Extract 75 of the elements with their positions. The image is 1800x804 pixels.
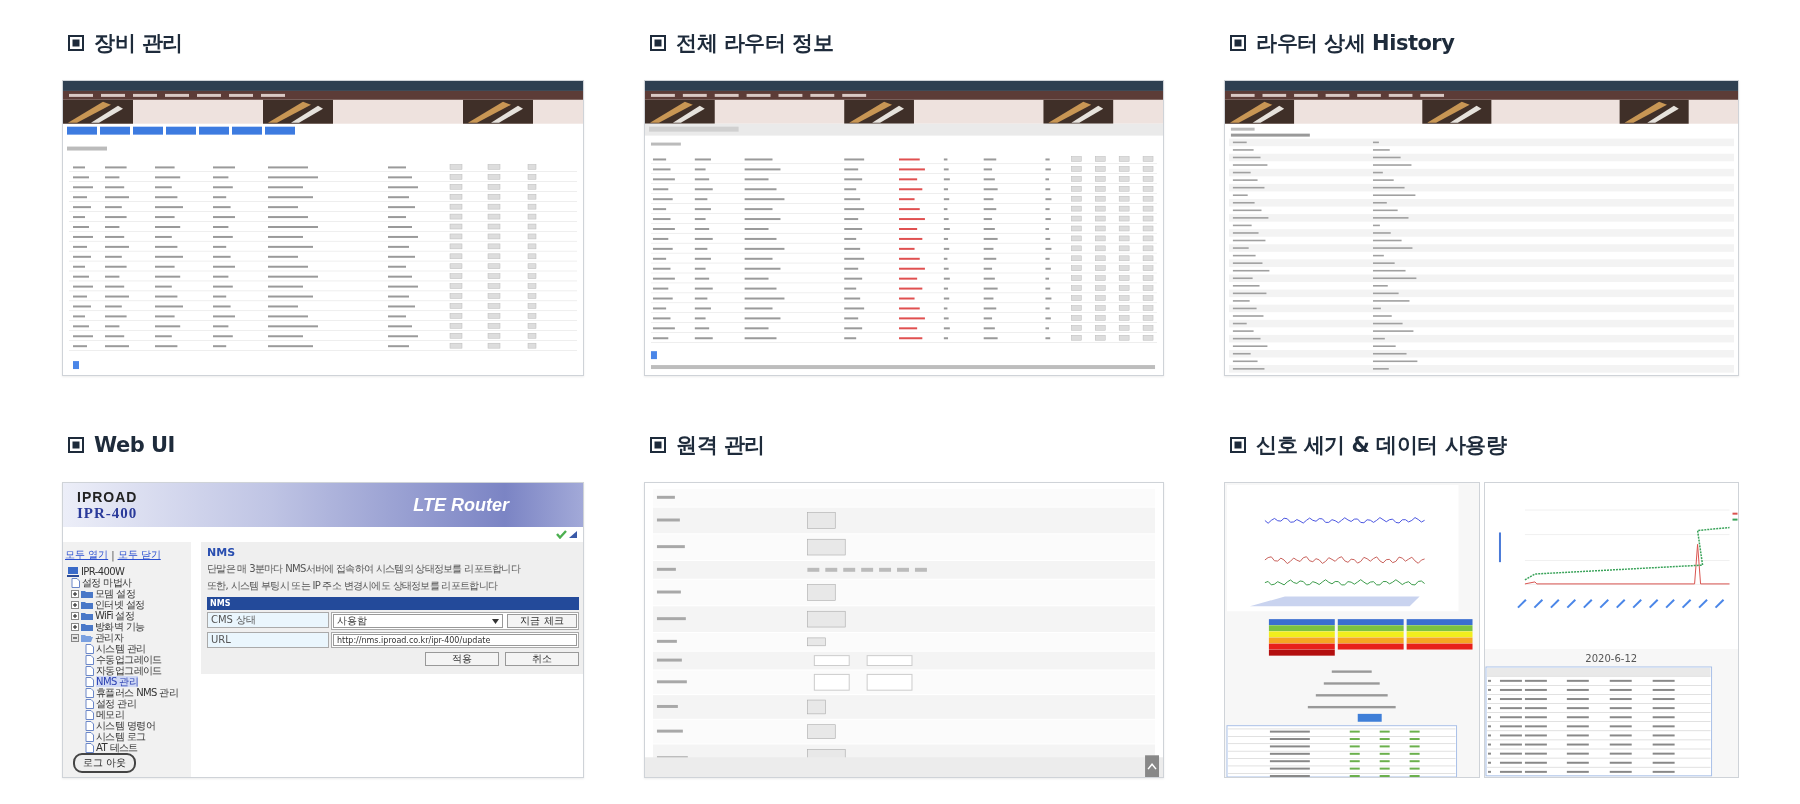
- section-title: 원격 관리: [676, 432, 765, 459]
- square-bullet-icon: [650, 437, 666, 453]
- folder-icon: [81, 600, 93, 609]
- url-field[interactable]: http://nms.iproad.co.kr/ipr-400/update: [333, 634, 577, 646]
- check-now-button[interactable]: 지금 체크: [507, 614, 577, 628]
- cancel-button[interactable]: 취소: [505, 652, 579, 666]
- expand-icon[interactable]: [71, 611, 79, 620]
- dropdown-caret-icon: [492, 618, 499, 624]
- tree-item[interactable]: AT 테스트: [96, 742, 138, 753]
- expand-icon[interactable]: [71, 600, 79, 609]
- expand-icon[interactable]: [71, 589, 79, 598]
- tree-root[interactable]: IPR-400W: [81, 566, 125, 577]
- folder-icon: [81, 589, 93, 598]
- collapse-icon[interactable]: [71, 633, 79, 642]
- legend-drawing: [1732, 512, 1737, 521]
- signal-icon: [569, 531, 577, 539]
- field-label: CMS 상태: [207, 612, 329, 628]
- expand-all-link[interactable]: 모두 열기: [65, 548, 109, 562]
- page-icon: [85, 643, 94, 654]
- tree-item[interactable]: 자동업그레이드: [96, 665, 162, 676]
- section-title: 전체 라우터 정보: [676, 30, 834, 57]
- page-icon: [85, 709, 94, 720]
- section-title: 라우터 상세 History: [1256, 30, 1455, 57]
- tree-item[interactable]: 시스템 명령어: [96, 720, 155, 731]
- tree-item[interactable]: 설정 마법사: [82, 577, 132, 588]
- tree-item[interactable]: 수동업그레이드: [96, 654, 162, 665]
- section-title: 신호 세기 & 데이터 사용량: [1256, 432, 1507, 459]
- square-bullet-icon: [68, 35, 84, 51]
- separator: |: [111, 549, 115, 561]
- page-icon: [85, 731, 94, 742]
- table-header: NMS: [207, 597, 579, 610]
- square-bullet-icon: [1230, 437, 1246, 453]
- open-folder-icon: [81, 633, 93, 642]
- panel-title: NMS: [207, 546, 237, 559]
- description-text: 단말은 매 3분마다 NMS서버에 접속하여 시스템의 상태정보를 리포트합니다: [207, 562, 522, 576]
- page-icon: [85, 720, 94, 731]
- tree-item[interactable]: 관리자: [95, 632, 124, 643]
- status-select[interactable]: 사용함: [333, 614, 503, 628]
- square-bullet-icon: [1230, 35, 1246, 51]
- square-bullet-icon: [650, 35, 666, 51]
- tree-item[interactable]: 설정 관리: [96, 698, 137, 709]
- page-icon: [85, 654, 94, 665]
- section-title: Web UI: [94, 433, 175, 457]
- logout-button[interactable]: 로그 아웃: [73, 753, 137, 773]
- tree-item[interactable]: 휴플러스 NMS 관리: [96, 687, 179, 698]
- page-icon: [71, 577, 80, 588]
- tree-item[interactable]: NMS 관리: [96, 676, 139, 687]
- axis-title-drawing: [1498, 532, 1501, 563]
- page-icon: [85, 698, 94, 709]
- model-name: IPR-400: [77, 504, 138, 522]
- tree-item[interactable]: 시스템 관리: [96, 643, 146, 654]
- field-label: URL: [207, 632, 329, 648]
- page-icon: [85, 742, 94, 753]
- chart-date: 2020-6-12: [1584, 652, 1639, 667]
- page-icon: [85, 665, 94, 676]
- computer-icon: [67, 566, 79, 577]
- tree-item[interactable]: 모뎀 설정: [95, 588, 136, 599]
- checkmark-icon: [556, 530, 567, 540]
- tree-item[interactable]: 메모리: [96, 709, 125, 720]
- tree-item[interactable]: 방화벽 기능: [95, 621, 145, 632]
- square-bullet-icon: [68, 437, 84, 453]
- folder-icon: [81, 611, 93, 620]
- collapse-all-link[interactable]: 모두 닫기: [117, 548, 161, 562]
- tree-item[interactable]: WiFi 설정: [95, 610, 135, 621]
- tree-item[interactable]: 시스템 로그: [96, 731, 146, 742]
- expand-icon[interactable]: [71, 622, 79, 631]
- banner-title: LTE Router: [413, 494, 509, 516]
- description-text: 또한, 시스템 부팅시 또는 IP 주소 변경시에도 상태정보를 리포트합니다: [207, 579, 499, 593]
- section-title: 장비 관리: [94, 30, 183, 57]
- page-icon: [85, 687, 94, 698]
- page-icon: [85, 676, 94, 687]
- logo: IPROAD: [77, 488, 138, 505]
- tree-item[interactable]: 인터넷 설정: [95, 599, 145, 610]
- folder-icon: [81, 622, 93, 631]
- apply-button[interactable]: 적용: [425, 652, 499, 666]
